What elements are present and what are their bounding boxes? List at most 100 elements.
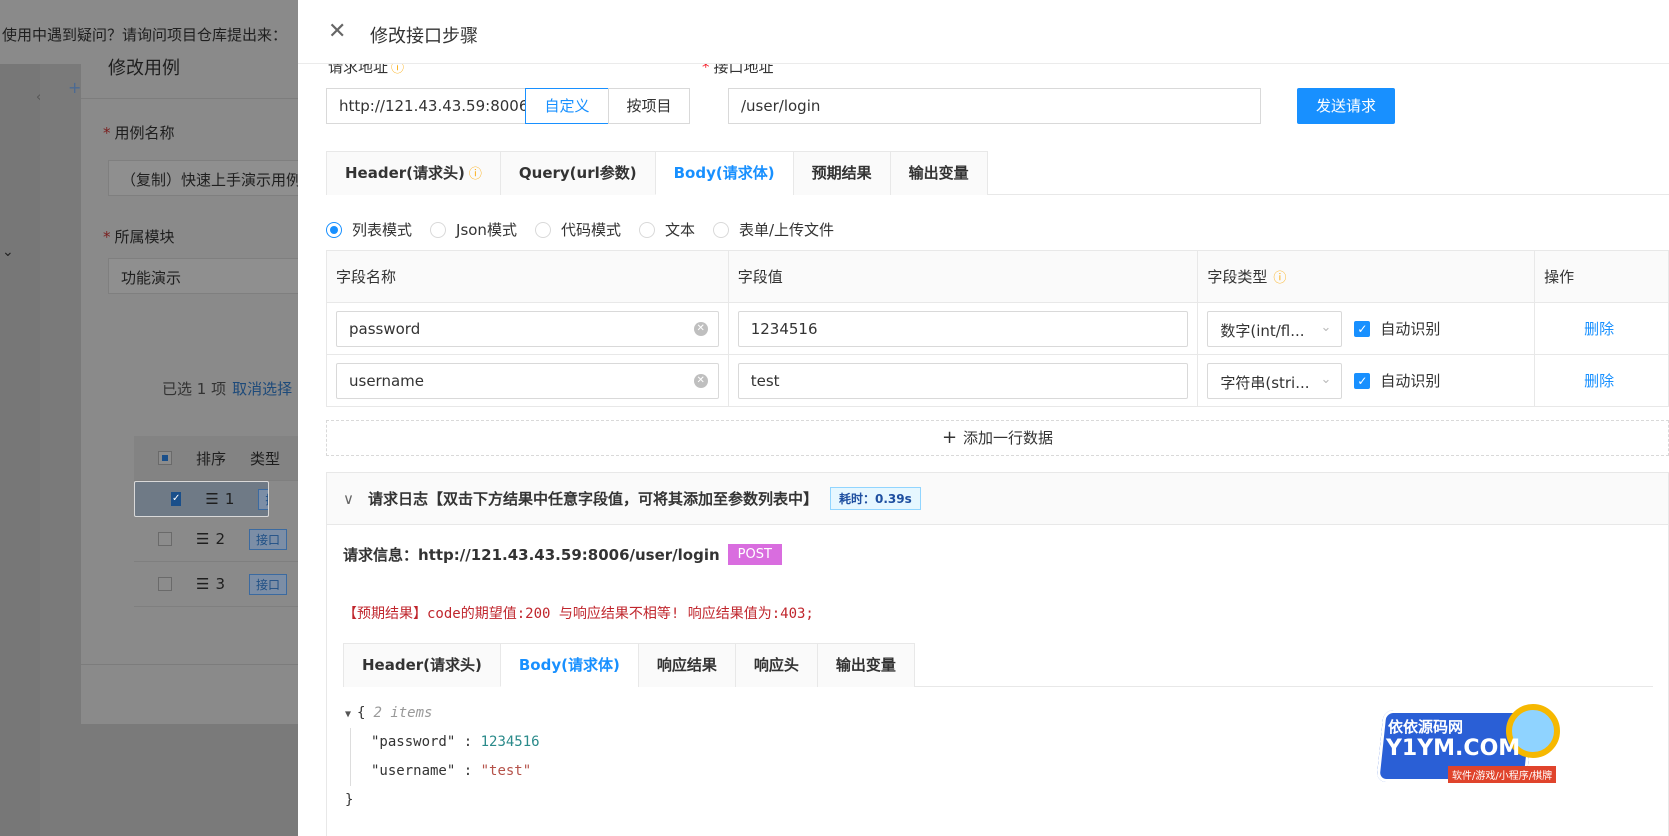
drawer-title: 修改接口步骤 bbox=[370, 26, 478, 47]
add-row-button[interactable]: + 添加一行数据 bbox=[326, 420, 1669, 456]
tab-log-header[interactable]: Header(请求头) bbox=[343, 643, 501, 687]
chevron-left-icon: ‹ bbox=[36, 90, 42, 105]
plus-icon: + bbox=[68, 78, 82, 97]
row-checkbox bbox=[158, 532, 172, 546]
table-header: 字段名称 字段值 字段类型 ⓘ 操作 bbox=[327, 251, 1669, 303]
divider bbox=[81, 98, 321, 99]
row-type-tag: 接口 bbox=[258, 488, 268, 510]
chevron-down-icon: ⌄ bbox=[1320, 319, 1332, 335]
table-header: 排序 类型 bbox=[134, 436, 321, 481]
radio-text-mode[interactable]: 文本 bbox=[638, 219, 695, 240]
check-icon: ✓ bbox=[1354, 320, 1371, 337]
info-icon: ⓘ bbox=[468, 167, 482, 182]
radio-list-mode[interactable]: 列表模式 bbox=[326, 219, 412, 240]
request-tabs: Header(请求头) ⓘ Query(url参数) Body(请求体) 预期结果… bbox=[326, 151, 1669, 195]
json-item-count: 2 items bbox=[373, 705, 433, 721]
by-project-button[interactable]: 按项目 bbox=[608, 88, 690, 124]
header-type: 类型 bbox=[250, 449, 281, 468]
case-name-field: （复制）快速上手演示用例 bbox=[108, 160, 321, 196]
delete-row-link[interactable]: 删除 bbox=[1584, 370, 1614, 391]
expected-result-message: 【预期结果】code的期望值:200 与响应结果不相等! 响应结果值为:403; bbox=[343, 606, 814, 622]
table-row: ☰ 2 接口 bbox=[134, 517, 321, 562]
row-type-tag: 接口 bbox=[249, 573, 288, 595]
tab-log-response-headers[interactable]: 响应头 bbox=[734, 643, 818, 687]
chevron-down-icon: ⌄ bbox=[1320, 371, 1332, 387]
header-field-name: 字段名称 bbox=[327, 251, 729, 302]
row-order: 1 bbox=[224, 490, 235, 508]
drag-handle-icon: ☰ bbox=[196, 530, 210, 548]
request-log-title: 请求日志【双击下方结果中任意字段值，可将其添加至参数列表中】 bbox=[367, 490, 818, 508]
chevron-down-icon[interactable]: ∨ bbox=[343, 490, 354, 508]
table-row: ✓ ☰ 1 接口 bbox=[134, 481, 269, 517]
api-path-input[interactable]: /user/login bbox=[728, 88, 1261, 124]
close-icon[interactable]: ✕ bbox=[328, 20, 346, 44]
clear-icon[interactable]: ✕ bbox=[693, 321, 708, 336]
tab-header[interactable]: Header(请求头) ⓘ bbox=[326, 151, 501, 195]
header-field-value: 字段值 bbox=[729, 251, 1199, 302]
body-field-table: 字段名称 字段值 字段类型 ⓘ 操作 password ✕ 1234516 数字(i… bbox=[326, 250, 1669, 407]
field-type-select[interactable]: 数字(int/fl... ⌄ bbox=[1207, 310, 1343, 347]
row-type-tag: 接口 bbox=[249, 528, 288, 550]
tab-query[interactable]: Query(url参数) bbox=[499, 151, 656, 195]
collapse-triangle-icon[interactable]: ▼ bbox=[345, 700, 351, 729]
clear-icon[interactable]: ✕ bbox=[693, 373, 708, 388]
background-step-table: 排序 类型 ✓ ☰ 1 接口 ☰ 2 接口 ☰ 3 接口 bbox=[134, 436, 321, 607]
request-info: 请求信息： http://121.43.43.59:8006/user/logi… bbox=[343, 544, 782, 565]
module-field: 功能演示 bbox=[108, 258, 321, 294]
response-tabs: Header(请求头) Body(请求体) 响应结果 响应头 输出变量 bbox=[343, 643, 1653, 687]
elapsed-time-badge: 耗时：0.39s bbox=[830, 487, 921, 510]
header-action: 操作 bbox=[1535, 251, 1669, 302]
request-url: http://121.43.43.59:8006/user/login bbox=[418, 545, 720, 564]
field-value-input[interactable]: 1234516 bbox=[737, 310, 1189, 347]
watermark-logo: 依依源码网 Y1YM.COM 软件/游戏/小程序/棋牌 bbox=[1372, 700, 1572, 836]
divider bbox=[81, 664, 321, 665]
drawer-header: ✕ 修改接口步骤 bbox=[298, 0, 1669, 64]
tab-expected[interactable]: 预期结果 bbox=[792, 151, 891, 195]
background-modal-title: 修改用例 bbox=[108, 58, 180, 79]
json-entry[interactable]: "username" : "test" bbox=[371, 757, 540, 786]
row-order: 2 bbox=[215, 530, 225, 548]
delete-row-link[interactable]: 删除 bbox=[1584, 318, 1614, 339]
header-order: 排序 bbox=[196, 449, 227, 468]
selection-summary: 已选 1 项取消选择 bbox=[162, 380, 293, 398]
field-type-select[interactable]: 字符串(stri... ⌄ bbox=[1207, 362, 1343, 399]
drag-handle-icon: ☰ bbox=[196, 575, 210, 593]
row-checkbox: ✓ bbox=[171, 492, 182, 506]
json-viewer: ▼{2 items "password" : 1234516 "username… bbox=[345, 699, 540, 815]
info-icon: ⓘ bbox=[1273, 271, 1287, 286]
row-checkbox bbox=[158, 577, 172, 591]
field-name-input[interactable]: password ✕ bbox=[336, 310, 719, 347]
tab-log-response[interactable]: 响应结果 bbox=[637, 643, 736, 687]
field-name-input[interactable]: username ✕ bbox=[336, 362, 719, 399]
tab-body[interactable]: Body(请求体) bbox=[654, 151, 794, 195]
tab-log-body[interactable]: Body(请求体) bbox=[499, 643, 639, 687]
auto-detect-checkbox[interactable]: ✓ 自动识别 bbox=[1354, 318, 1440, 339]
send-request-button[interactable]: 发送请求 bbox=[1297, 88, 1395, 124]
tab-log-output-vars[interactable]: 输出变量 bbox=[816, 643, 915, 687]
check-icon: ✓ bbox=[1354, 372, 1371, 389]
method-badge: POST bbox=[727, 544, 782, 565]
request-log-header[interactable]: ∨ 请求日志【双击下方结果中任意字段值，可将其添加至参数列表中】 耗时：0.39… bbox=[327, 473, 1668, 525]
background-notice: 使用中遇到疑问？请询问项目仓库提出来： bbox=[2, 26, 288, 44]
table-row: username ✕ test 字符串(stri... ⌄ ✓ 自动识别 删除 bbox=[327, 355, 1669, 407]
radio-form-mode[interactable]: 表单/上传文件 bbox=[712, 219, 834, 240]
plus-icon: + bbox=[941, 427, 958, 448]
json-entry[interactable]: "password" : 1234516 bbox=[371, 728, 540, 757]
table-row: password ✕ 1234516 数字(int/fl... ⌄ ✓ 自动识别 删除 bbox=[327, 303, 1669, 355]
tab-output-vars[interactable]: 输出变量 bbox=[889, 151, 988, 195]
auto-detect-checkbox[interactable]: ✓ 自动识别 bbox=[1354, 370, 1440, 391]
radio-json-mode[interactable]: Json模式 bbox=[430, 219, 517, 240]
select-all-checkbox bbox=[158, 451, 172, 465]
table-row: ☰ 3 接口 bbox=[134, 562, 321, 607]
case-name-label: * 用例名称 bbox=[103, 124, 175, 142]
drag-handle-icon: ☰ bbox=[205, 490, 219, 508]
field-value-input[interactable]: test bbox=[737, 362, 1189, 399]
row-order: 3 bbox=[215, 575, 225, 593]
body-mode-radio-group: 列表模式 Json模式 代码模式 文本 表单/上传文件 bbox=[326, 219, 852, 240]
header-field-type: 字段类型 ⓘ bbox=[1198, 251, 1536, 302]
module-label: * 所属模块 bbox=[103, 228, 175, 246]
radio-code-mode[interactable]: 代码模式 bbox=[534, 219, 621, 240]
base-url-field[interactable]: http://121.43.43.59:8006 bbox=[326, 88, 526, 124]
custom-address-button[interactable]: 自定义 bbox=[525, 88, 609, 124]
chevron-down-icon: ⌄ bbox=[2, 244, 14, 260]
